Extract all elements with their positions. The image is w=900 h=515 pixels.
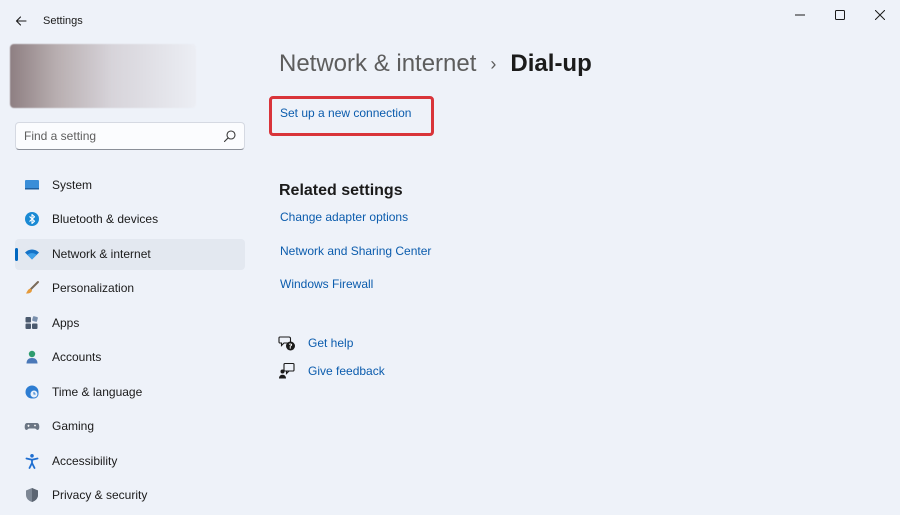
search-icon[interactable] xyxy=(223,129,237,143)
search-input[interactable] xyxy=(16,123,216,149)
sidebar-item-system[interactable]: System xyxy=(15,170,245,201)
page-title: Dial-up xyxy=(510,50,592,77)
brush-icon xyxy=(26,281,39,294)
minimize-icon xyxy=(795,14,805,16)
close-icon xyxy=(875,10,885,20)
shield-icon xyxy=(26,488,38,502)
sidebar-item-label: Gaming xyxy=(52,419,95,433)
sidebar-item-apps[interactable]: Apps xyxy=(15,308,245,339)
give-feedback-row[interactable]: Give feedback xyxy=(278,362,385,380)
title-bar: Settings xyxy=(0,0,900,40)
sidebar-item-gaming[interactable]: Gaming xyxy=(15,411,245,442)
help-icon: ? xyxy=(278,336,295,351)
search-box[interactable] xyxy=(15,122,245,150)
close-button[interactable] xyxy=(860,0,900,30)
sidebar-item-label: Apps xyxy=(52,316,80,330)
accessibility-icon xyxy=(25,454,39,469)
breadcrumb-separator-icon: › xyxy=(490,53,497,74)
windows-firewall-link[interactable]: Windows Firewall xyxy=(280,277,373,291)
user-profile-card[interactable] xyxy=(10,44,196,108)
bluetooth-icon xyxy=(25,212,39,226)
sidebar-item-label: System xyxy=(52,178,93,192)
maximize-button[interactable] xyxy=(820,0,860,30)
get-help-row[interactable]: ? Get help xyxy=(278,334,353,352)
maximize-icon xyxy=(835,10,845,20)
minimize-button[interactable] xyxy=(780,0,820,30)
globe-clock-icon xyxy=(25,385,39,399)
sidebar-item-label: Personalization xyxy=(52,281,135,295)
sidebar-item-accessibility[interactable]: Accessibility xyxy=(15,446,245,477)
change-adapter-options-link[interactable]: Change adapter options xyxy=(280,210,408,224)
apps-icon xyxy=(25,316,38,329)
sidebar-item-bluetooth[interactable]: Bluetooth & devices xyxy=(15,204,245,235)
monitor-icon xyxy=(25,180,39,190)
setup-new-connection-link[interactable]: Set up a new connection xyxy=(280,106,411,120)
sidebar-item-label: Accounts xyxy=(52,350,102,364)
person-icon xyxy=(26,350,38,364)
sidebar-item-label: Accessibility xyxy=(52,454,118,468)
back-arrow-icon xyxy=(15,16,27,26)
sidebar-item-label: Privacy & security xyxy=(52,488,148,502)
sidebar-item-personalization[interactable]: Personalization xyxy=(15,273,245,304)
sidebar-item-label: Bluetooth & devices xyxy=(52,212,159,226)
sidebar-item-label: Network & internet xyxy=(52,247,151,261)
network-sharing-center-link[interactable]: Network and Sharing Center xyxy=(280,244,431,258)
sidebar-item-time-language[interactable]: Time & language xyxy=(15,377,245,408)
back-button[interactable] xyxy=(8,8,34,34)
gamepad-icon xyxy=(24,423,40,430)
wifi-icon xyxy=(25,249,39,260)
main-content: Network & internet › Dial-up Set up a ne… xyxy=(262,40,900,515)
feedback-icon xyxy=(279,362,295,379)
svg-text:?: ? xyxy=(288,343,292,351)
sidebar-item-accounts[interactable]: Accounts xyxy=(15,342,245,373)
give-feedback-link[interactable]: Give feedback xyxy=(308,364,385,378)
related-settings-heading: Related settings xyxy=(279,182,403,199)
sidebar-item-privacy-security[interactable]: Privacy & security xyxy=(15,480,245,511)
breadcrumb-parent[interactable]: Network & internet xyxy=(279,50,476,78)
get-help-link[interactable]: Get help xyxy=(308,336,353,350)
app-title: Settings xyxy=(43,15,83,27)
breadcrumb: Network & internet › Dial-up xyxy=(279,50,592,78)
sidebar-item-network[interactable]: Network & internet xyxy=(15,239,245,270)
sidebar: System Bluetooth & devices Network & int… xyxy=(0,40,260,515)
sidebar-item-label: Time & language xyxy=(52,385,143,399)
